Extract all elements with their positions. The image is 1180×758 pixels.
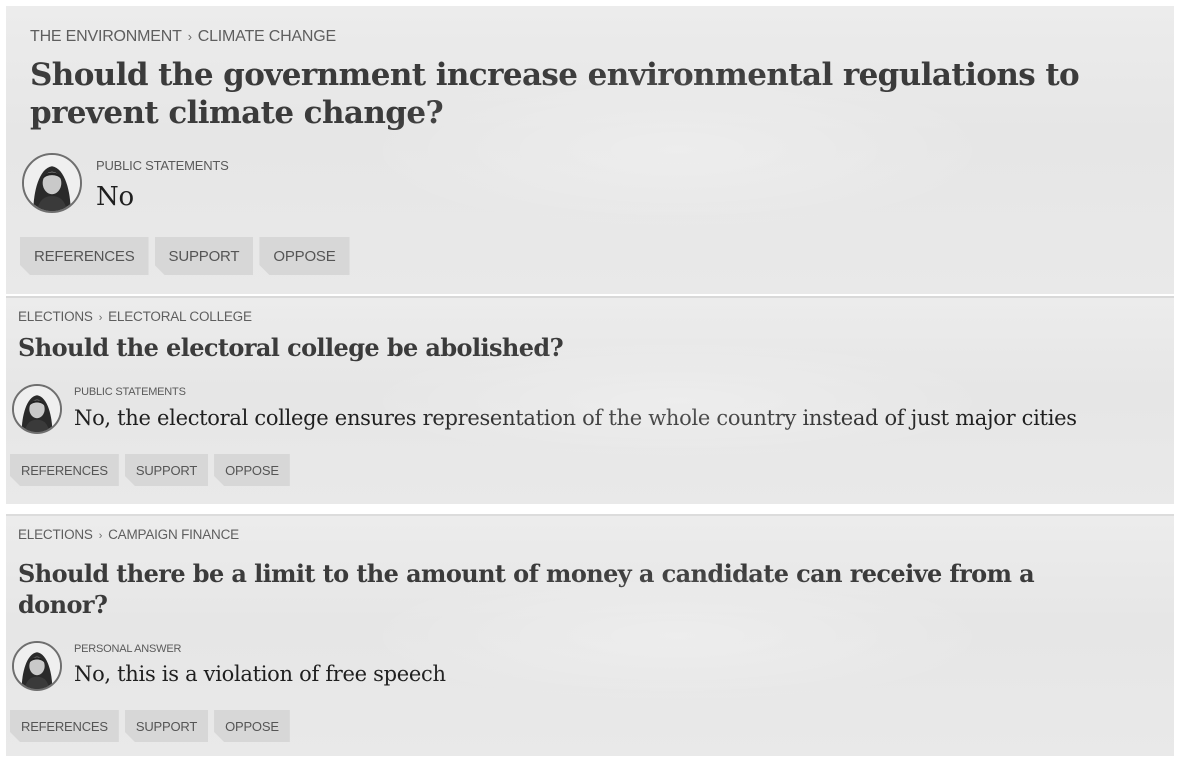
references-button[interactable]: REFERENCES bbox=[10, 710, 119, 742]
references-button[interactable]: REFERENCES bbox=[10, 454, 119, 486]
question-title[interactable]: Should the government increase environme… bbox=[30, 56, 1170, 132]
answer-text: No bbox=[96, 182, 134, 212]
candidate-avatar bbox=[22, 153, 82, 213]
candidate-avatar bbox=[12, 384, 62, 434]
support-button[interactable]: SUPPORT bbox=[125, 710, 208, 742]
avatar-icon bbox=[24, 155, 80, 211]
oppose-button[interactable]: OPPOSE bbox=[259, 237, 349, 275]
breadcrumb-topic-link[interactable]: CAMPAIGN FINANCE bbox=[108, 527, 239, 542]
statement-type-label: PERSONAL ANSWER bbox=[74, 643, 182, 655]
breadcrumb-category-link[interactable]: ELECTIONS bbox=[18, 309, 93, 324]
question-card: ELECTIONS › CAMPAIGN FINANCE Should there … bbox=[6, 514, 1174, 756]
breadcrumb: THE ENVIRONMENT › CLIMATE CHANGE bbox=[30, 28, 336, 46]
breadcrumb-category-link[interactable]: ELECTIONS bbox=[18, 527, 93, 542]
question-card: ELECTIONS › ELECTORAL COLLEGE Should the e… bbox=[6, 296, 1174, 504]
breadcrumb: ELECTIONS › CAMPAIGN FINANCE bbox=[18, 527, 239, 542]
question-title[interactable]: Should there be a limit to the amount of… bbox=[18, 558, 1078, 620]
breadcrumb-separator: › bbox=[98, 312, 103, 324]
references-button[interactable]: REFERENCES bbox=[20, 237, 149, 275]
statement-type-label: PUBLIC STATEMENTS bbox=[96, 158, 229, 173]
support-button[interactable]: SUPPORT bbox=[155, 237, 254, 275]
action-buttons: REFERENCES SUPPORT OPPOSE bbox=[10, 710, 290, 742]
question-title[interactable]: Should the electoral college be abolishe… bbox=[18, 332, 1158, 364]
candidate-avatar bbox=[12, 641, 62, 691]
breadcrumb-separator: › bbox=[98, 530, 103, 542]
answer-text: No, this is a violation of free speech bbox=[74, 662, 446, 686]
oppose-button[interactable]: OPPOSE bbox=[214, 454, 290, 486]
avatar-icon bbox=[14, 643, 60, 689]
answer-text: No, the electoral college ensures repres… bbox=[74, 406, 1077, 430]
statement-type-label: PUBLIC STATEMENTS bbox=[74, 386, 186, 398]
support-button[interactable]: SUPPORT bbox=[125, 454, 208, 486]
breadcrumb-category-link[interactable]: THE ENVIRONMENT bbox=[30, 28, 182, 45]
breadcrumb-topic-link[interactable]: CLIMATE CHANGE bbox=[198, 28, 336, 45]
action-buttons: REFERENCES SUPPORT OPPOSE bbox=[20, 237, 350, 275]
breadcrumb-topic-link[interactable]: ELECTORAL COLLEGE bbox=[108, 309, 252, 324]
oppose-button[interactable]: OPPOSE bbox=[214, 710, 290, 742]
breadcrumb-separator: › bbox=[187, 29, 192, 44]
breadcrumb: ELECTIONS › ELECTORAL COLLEGE bbox=[18, 309, 252, 324]
question-card: THE ENVIRONMENT › CLIMATE CHANGE Should th… bbox=[6, 6, 1174, 294]
avatar-icon bbox=[14, 386, 60, 432]
action-buttons: REFERENCES SUPPORT OPPOSE bbox=[10, 454, 290, 486]
